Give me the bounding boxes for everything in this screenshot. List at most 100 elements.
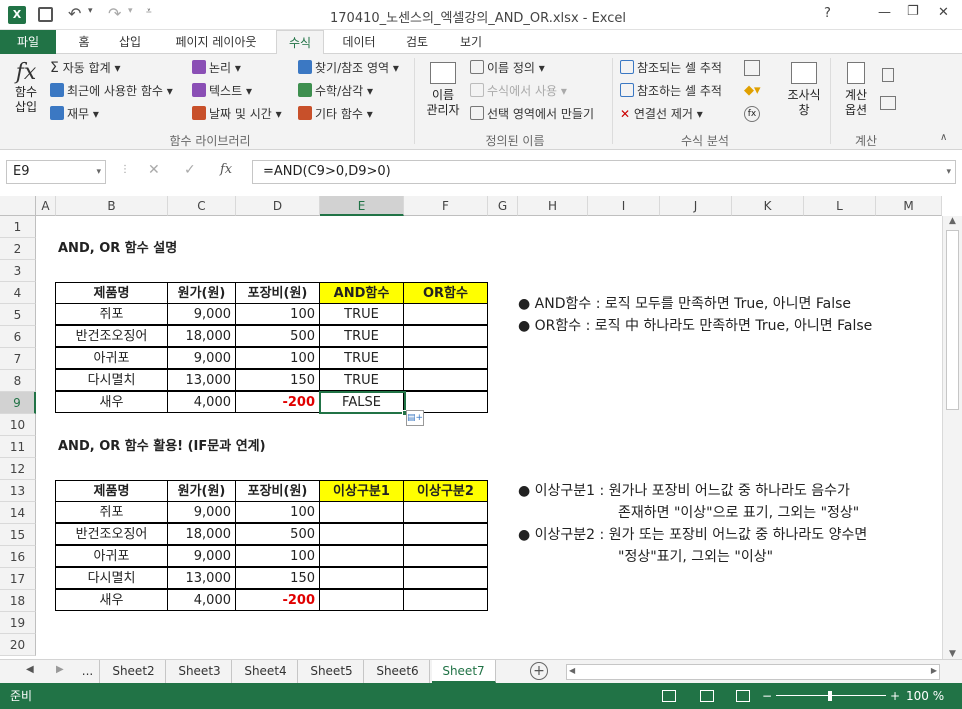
calc-options-button[interactable]: 계산 옵션 — [836, 62, 876, 118]
row-header[interactable]: 7 — [0, 348, 36, 370]
table-header[interactable]: 포장비(원) — [235, 480, 320, 502]
table-cell[interactable]: 150 — [235, 369, 320, 391]
table-cell[interactable]: 500 — [235, 325, 320, 347]
table-cell[interactable]: 4,000 — [167, 391, 236, 413]
table-cell[interactable]: 18,000 — [167, 325, 236, 347]
table-header[interactable]: 제품명 — [55, 480, 168, 502]
table-cell[interactable]: 9,000 — [167, 545, 236, 567]
trace-precedents-button[interactable]: 참조되는 셀 추적 — [620, 60, 722, 76]
table-header[interactable]: AND함수 — [319, 282, 404, 304]
column-header[interactable]: E — [320, 196, 404, 216]
tab-formulas[interactable]: 수식 — [276, 30, 324, 55]
financial-button[interactable]: 재무 ▾ — [50, 106, 99, 122]
table-cell[interactable] — [403, 325, 488, 347]
scroll-up-icon[interactable]: ▲ — [943, 216, 962, 226]
table-cell[interactable] — [403, 589, 488, 611]
cancel-icon[interactable]: ✕ — [148, 162, 160, 178]
use-in-formula-button[interactable]: 수식에서 사용 ▾ — [470, 83, 567, 99]
select-all-corner[interactable] — [0, 196, 36, 216]
tab-data[interactable]: 데이터 — [334, 30, 384, 54]
logical-button[interactable]: 논리 ▾ — [192, 60, 241, 76]
table-cell[interactable]: 아귀포 — [55, 347, 168, 369]
table-cell[interactable]: TRUE — [319, 325, 404, 347]
table-cell[interactable] — [403, 523, 488, 545]
row-header[interactable]: 9 — [0, 392, 36, 414]
table-cell[interactable]: 13,000 — [167, 567, 236, 589]
row-header[interactable]: 17 — [0, 568, 36, 590]
row-header[interactable]: 19 — [0, 612, 36, 634]
sheet-tab[interactable]: Sheet6 — [366, 660, 430, 683]
more-sheets-button[interactable]: ... — [76, 660, 100, 683]
table-cell[interactable]: 9,000 — [167, 347, 236, 369]
scroll-down-icon[interactable]: ▼ — [943, 649, 962, 659]
collapse-ribbon-icon[interactable]: ∧ — [940, 132, 947, 143]
row-header[interactable]: 16 — [0, 546, 36, 568]
remove-arrows-button[interactable]: ✕ 연결선 제거 ▾ — [620, 106, 703, 122]
column-header[interactable]: J — [660, 196, 732, 216]
add-sheet-icon[interactable]: + — [530, 662, 548, 680]
row-header[interactable]: 13 — [0, 480, 36, 502]
tab-view[interactable]: 보기 — [450, 30, 492, 54]
zoom-out-icon[interactable]: − — [762, 683, 772, 709]
row-header[interactable]: 8 — [0, 370, 36, 392]
row-header[interactable]: 20 — [0, 634, 36, 656]
error-checking-icon[interactable]: ◆▾ — [744, 83, 761, 98]
scroll-left-icon[interactable]: ◀ — [569, 666, 575, 675]
column-header[interactable]: C — [168, 196, 236, 216]
page-break-view-icon[interactable] — [736, 690, 750, 702]
row-header[interactable]: 18 — [0, 590, 36, 612]
zoom-level[interactable]: 100 % — [906, 683, 944, 709]
table-cell[interactable] — [403, 567, 488, 589]
drag-handle-icon[interactable]: ⋮ — [120, 164, 130, 175]
insert-function-button[interactable]: fx 함수 삽입 — [6, 60, 46, 130]
zoom-thumb[interactable] — [828, 691, 832, 701]
table-cell[interactable]: 새우 — [55, 391, 168, 413]
row-header[interactable]: 12 — [0, 458, 36, 480]
tab-file[interactable]: 파일 — [0, 30, 56, 54]
normal-view-icon[interactable] — [662, 690, 676, 702]
table-cell[interactable]: -200 — [235, 589, 320, 611]
calculate-now-icon[interactable] — [882, 68, 894, 82]
table-cell[interactable]: 100 — [235, 347, 320, 369]
trace-dependents-button[interactable]: 참조하는 셀 추적 — [620, 83, 722, 99]
table-cell[interactable]: 18,000 — [167, 523, 236, 545]
row-header[interactable]: 4 — [0, 282, 36, 304]
row-header[interactable]: 6 — [0, 326, 36, 348]
table-header[interactable]: 이상구분2 — [403, 480, 488, 502]
next-sheet-icon[interactable]: ▶ — [56, 664, 64, 675]
autosum-button[interactable]: Σ 자동 합계 ▾ — [50, 60, 121, 76]
evaluate-formula-icon[interactable]: fx — [744, 106, 760, 122]
column-header[interactable]: G — [488, 196, 518, 216]
column-header[interactable]: F — [404, 196, 488, 216]
table-header[interactable]: OR함수 — [403, 282, 488, 304]
scroll-right-icon[interactable]: ▶ — [931, 666, 937, 675]
table-cell[interactable]: 9,000 — [167, 501, 236, 523]
table-cell[interactable]: -200 — [235, 391, 320, 413]
create-from-selection-button[interactable]: 선택 영역에서 만들기 — [470, 106, 594, 122]
table-cell[interactable] — [403, 545, 488, 567]
table-cell[interactable]: 4,000 — [167, 589, 236, 611]
row-header[interactable]: 10 — [0, 414, 36, 436]
row-header[interactable]: 14 — [0, 502, 36, 524]
tab-page-layout[interactable]: 페이지 레이아웃 — [162, 30, 270, 54]
table-cell[interactable]: 9,000 — [167, 303, 236, 325]
sheet-tab[interactable]: Sheet2 — [102, 660, 166, 683]
name-manager-button[interactable]: 이름 관리자 — [422, 62, 464, 118]
table-cell[interactable] — [319, 523, 404, 545]
text-button[interactable]: 텍스트 ▾ — [192, 83, 252, 99]
sheet-tab[interactable]: Sheet3 — [168, 660, 232, 683]
table-cell[interactable]: 다시멸치 — [55, 567, 168, 589]
show-formulas-icon[interactable] — [744, 60, 760, 76]
help-button[interactable]: ? — [824, 6, 831, 21]
table-cell[interactable]: 500 — [235, 523, 320, 545]
recent-functions-button[interactable]: 최근에 사용한 함수 ▾ — [50, 83, 173, 99]
column-header[interactable]: A — [36, 196, 56, 216]
prev-sheet-icon[interactable]: ◀ — [26, 664, 34, 675]
sheet-tab[interactable]: Sheet7 — [432, 660, 496, 683]
table-cell[interactable]: 13,000 — [167, 369, 236, 391]
redo-icon[interactable]: ↷ — [108, 4, 121, 23]
table-cell[interactable] — [403, 501, 488, 523]
table-header[interactable]: 원가(원) — [167, 480, 236, 502]
enter-icon[interactable]: ✓ — [184, 162, 196, 178]
table-cell[interactable]: 반건조오징어 — [55, 523, 168, 545]
